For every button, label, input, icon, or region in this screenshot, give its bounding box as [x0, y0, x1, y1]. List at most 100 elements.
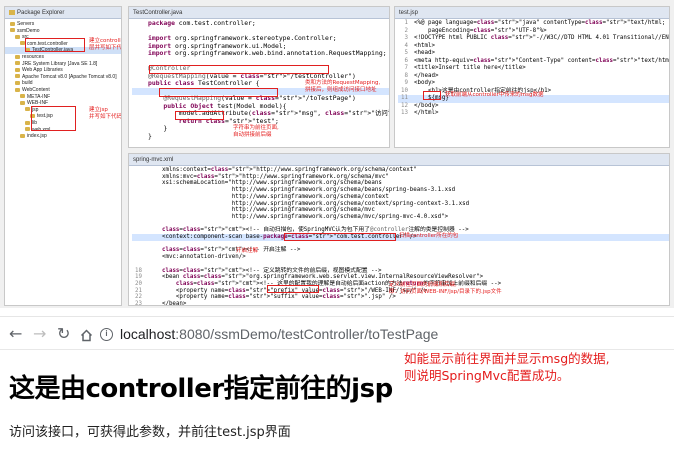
code-text: <title>Insert title here</title> [414, 65, 526, 71]
tree-item-label: JRE System Library [Java SE 1.8] [22, 60, 98, 67]
back-arrow-icon[interactable]: ← [9, 324, 22, 343]
line-number: 20 [135, 280, 142, 287]
tree-item[interactable]: resources [5, 54, 121, 61]
scan-package-highlight-box [284, 233, 396, 241]
class-mapping-highlight-box [149, 65, 329, 74]
code-line: <mvc:annotation-driven/> [132, 254, 669, 261]
code-text: </body> [414, 102, 439, 109]
forward-arrow-icon[interactable]: → [33, 324, 46, 343]
code-line: 4 <html> [398, 43, 669, 51]
code-text: <html> [414, 42, 435, 49]
note-jsp: 建立jsp 并写如下代码 [89, 107, 122, 120]
code-line: class=class="str">"cmt"><!-- 开启注解 --> [132, 247, 669, 254]
code-text: pageEncoding=class="str">"UTF-8"%> [414, 27, 547, 34]
code-text: http://www.springframework.org/schema/mv… [148, 213, 449, 220]
code-line: 18 class=class="str">"cmt"><!-- 定义跳转的文件的… [132, 268, 669, 275]
url-host: localhost [120, 326, 176, 342]
code-line: xmlns:context=class="str">"http://www.sp… [132, 167, 669, 174]
code-text: http://www.springframework.org/schema/co… [148, 200, 470, 207]
xml-editor-tab[interactable]: spring-mvc.xml [129, 154, 669, 166]
code-line: 1 <%@ page language=class="str">"java" co… [398, 20, 670, 28]
note-prefix: 定义前往页面的前缀和后缀, 即：访问页面/WEB-INF/jsp/目录下的.js… [389, 282, 502, 295]
note-annotation: 开启注解 [236, 248, 259, 254]
code-line: 5 <head> [398, 50, 669, 58]
tree-node-icon [15, 81, 20, 86]
code-text: <!DOCTYPE html PUBLIC class="str">"-//W3… [414, 35, 670, 41]
code-text: public class TestController { [148, 79, 260, 87]
tree-item-label: ssmDemo [17, 27, 40, 34]
page-message: 访问该接口，可获得此参数，并前往test.jsp界面 [9, 425, 291, 440]
code-text: http://www.springframework.org/schema/be… [148, 187, 456, 194]
code-line: 7 <title>Insert title here</title> [398, 65, 669, 73]
code-text: <%@ page language=class="str">"java" con… [414, 20, 669, 26]
note-scan: 扫描controller所在的包 [399, 233, 459, 239]
method-mapping-highlight-box [159, 88, 278, 97]
controller-highlight-box [25, 38, 85, 52]
code-text: xsi:schemaLocation="http://www.springfra… [148, 180, 382, 187]
reload-icon[interactable]: ↻ [57, 324, 70, 343]
line-number: 13 [401, 110, 408, 116]
tree-node-icon [20, 100, 25, 105]
tree-item-label: META-INF [27, 93, 51, 100]
tree-node-icon [15, 67, 20, 72]
package-explorer: Package Explorer Servers ssmDemo src com.te… [4, 6, 122, 306]
info-icon[interactable]: i [100, 327, 113, 341]
package-explorer-tab[interactable]: Package Explorer [5, 7, 121, 19]
tree-item[interactable]: META-INF [5, 94, 121, 101]
tree-item[interactable]: WebContent [5, 87, 121, 94]
tree-item[interactable]: build [5, 80, 121, 87]
tree-item[interactable]: Apache Tomcat v8.0 [Apache Tomcat v8.0] [5, 74, 121, 81]
success-note: 如能显示前往界面并显示msg的数据, 则说明SpringMvc配置成功。 [404, 351, 610, 383]
code-text: class=class="str">"cmt"><!-- 定义跳转的文件的前后缀… [161, 267, 382, 274]
tree-node-icon [15, 87, 20, 92]
tree-item[interactable]: Web App Libraries [5, 67, 121, 74]
url-path: :8080/ssmDemo/testController/toTestPage [175, 326, 439, 342]
code-line: xsi:schemaLocation="http://www.springfra… [132, 180, 669, 187]
tree-item-label: build [22, 80, 33, 87]
line-number: 7 [404, 65, 409, 71]
tree-item-label: Apache Tomcat v8.0 [Apache Tomcat v8.0] [22, 73, 117, 80]
code-line: http://www.springframework.org/schema/co… [132, 194, 669, 201]
line-number: 2 [404, 27, 409, 34]
code-line: 9 <body> [398, 80, 669, 88]
prefix-highlight-box [267, 285, 319, 293]
code-text: </head> [414, 72, 439, 79]
code-text: class=class="str">"cmt"><!-- 开启注解 --> [161, 247, 301, 254]
address-bar[interactable]: i localhost:8080/ssmDemo/testController/… [100, 322, 660, 346]
home-icon[interactable] [80, 327, 93, 342]
line-number: 18 [135, 267, 142, 274]
note-msg: 获取前端从controller中传来的msg数据 [445, 92, 544, 98]
tree-node-icon [15, 54, 20, 59]
tree-node-icon [15, 61, 20, 66]
code-text: <head> [414, 50, 435, 56]
eclipse-ide-screenshot: Package Explorer Servers ssmDemo src com.te… [0, 0, 674, 308]
code-line: 3 <!DOCTYPE html PUBLIC class="str">"-//W… [398, 35, 670, 43]
line-number: 9 [404, 80, 409, 86]
tree-item-label: Servers [17, 21, 35, 27]
tree-item[interactable]: Servers [5, 21, 121, 28]
tree-node-icon [25, 120, 30, 125]
code-text: xmlns:mvc=class="str">"http://www.spring… [148, 173, 389, 180]
tree-item[interactable]: ssmDemo [5, 28, 121, 35]
tree-item[interactable]: JRE System Library [Java SE 1.8] [5, 61, 121, 68]
line-number: 4 [404, 42, 409, 49]
code-line: http://www.springframework.org/schema/be… [132, 187, 669, 194]
code-text: http://www.springframework.org/schema/mv… [148, 207, 375, 214]
code-line: import org.springframework.web.bind.anno… [132, 49, 389, 58]
line-number: 19 [135, 274, 142, 281]
tree-item[interactable]: index.jsp [5, 133, 121, 140]
jsp-editor-tab[interactable]: test.jsp [395, 7, 669, 19]
controller-editor-tab[interactable]: TestController.java [129, 7, 389, 19]
line-number: 10 [401, 87, 408, 94]
jsp-highlight-box [31, 106, 76, 131]
folder-icon [9, 10, 15, 15]
spring-mvc-xml-editor: spring-mvc.xml xmlns:context=class="str"… [128, 153, 670, 306]
code-line: http://www.springframework.org/schema/co… [132, 201, 669, 208]
tree-item-label: WebContent [22, 86, 50, 93]
code-line: 13 </html> [398, 110, 669, 118]
code-text: <mvc:annotation-driven/> [148, 254, 246, 261]
jsp-code[interactable]: 1 <%@ page language=class="str">"java" co… [395, 20, 669, 118]
note-controller: 建立controller 层并写如下代码 [89, 38, 122, 51]
tree-node-icon [25, 127, 30, 132]
